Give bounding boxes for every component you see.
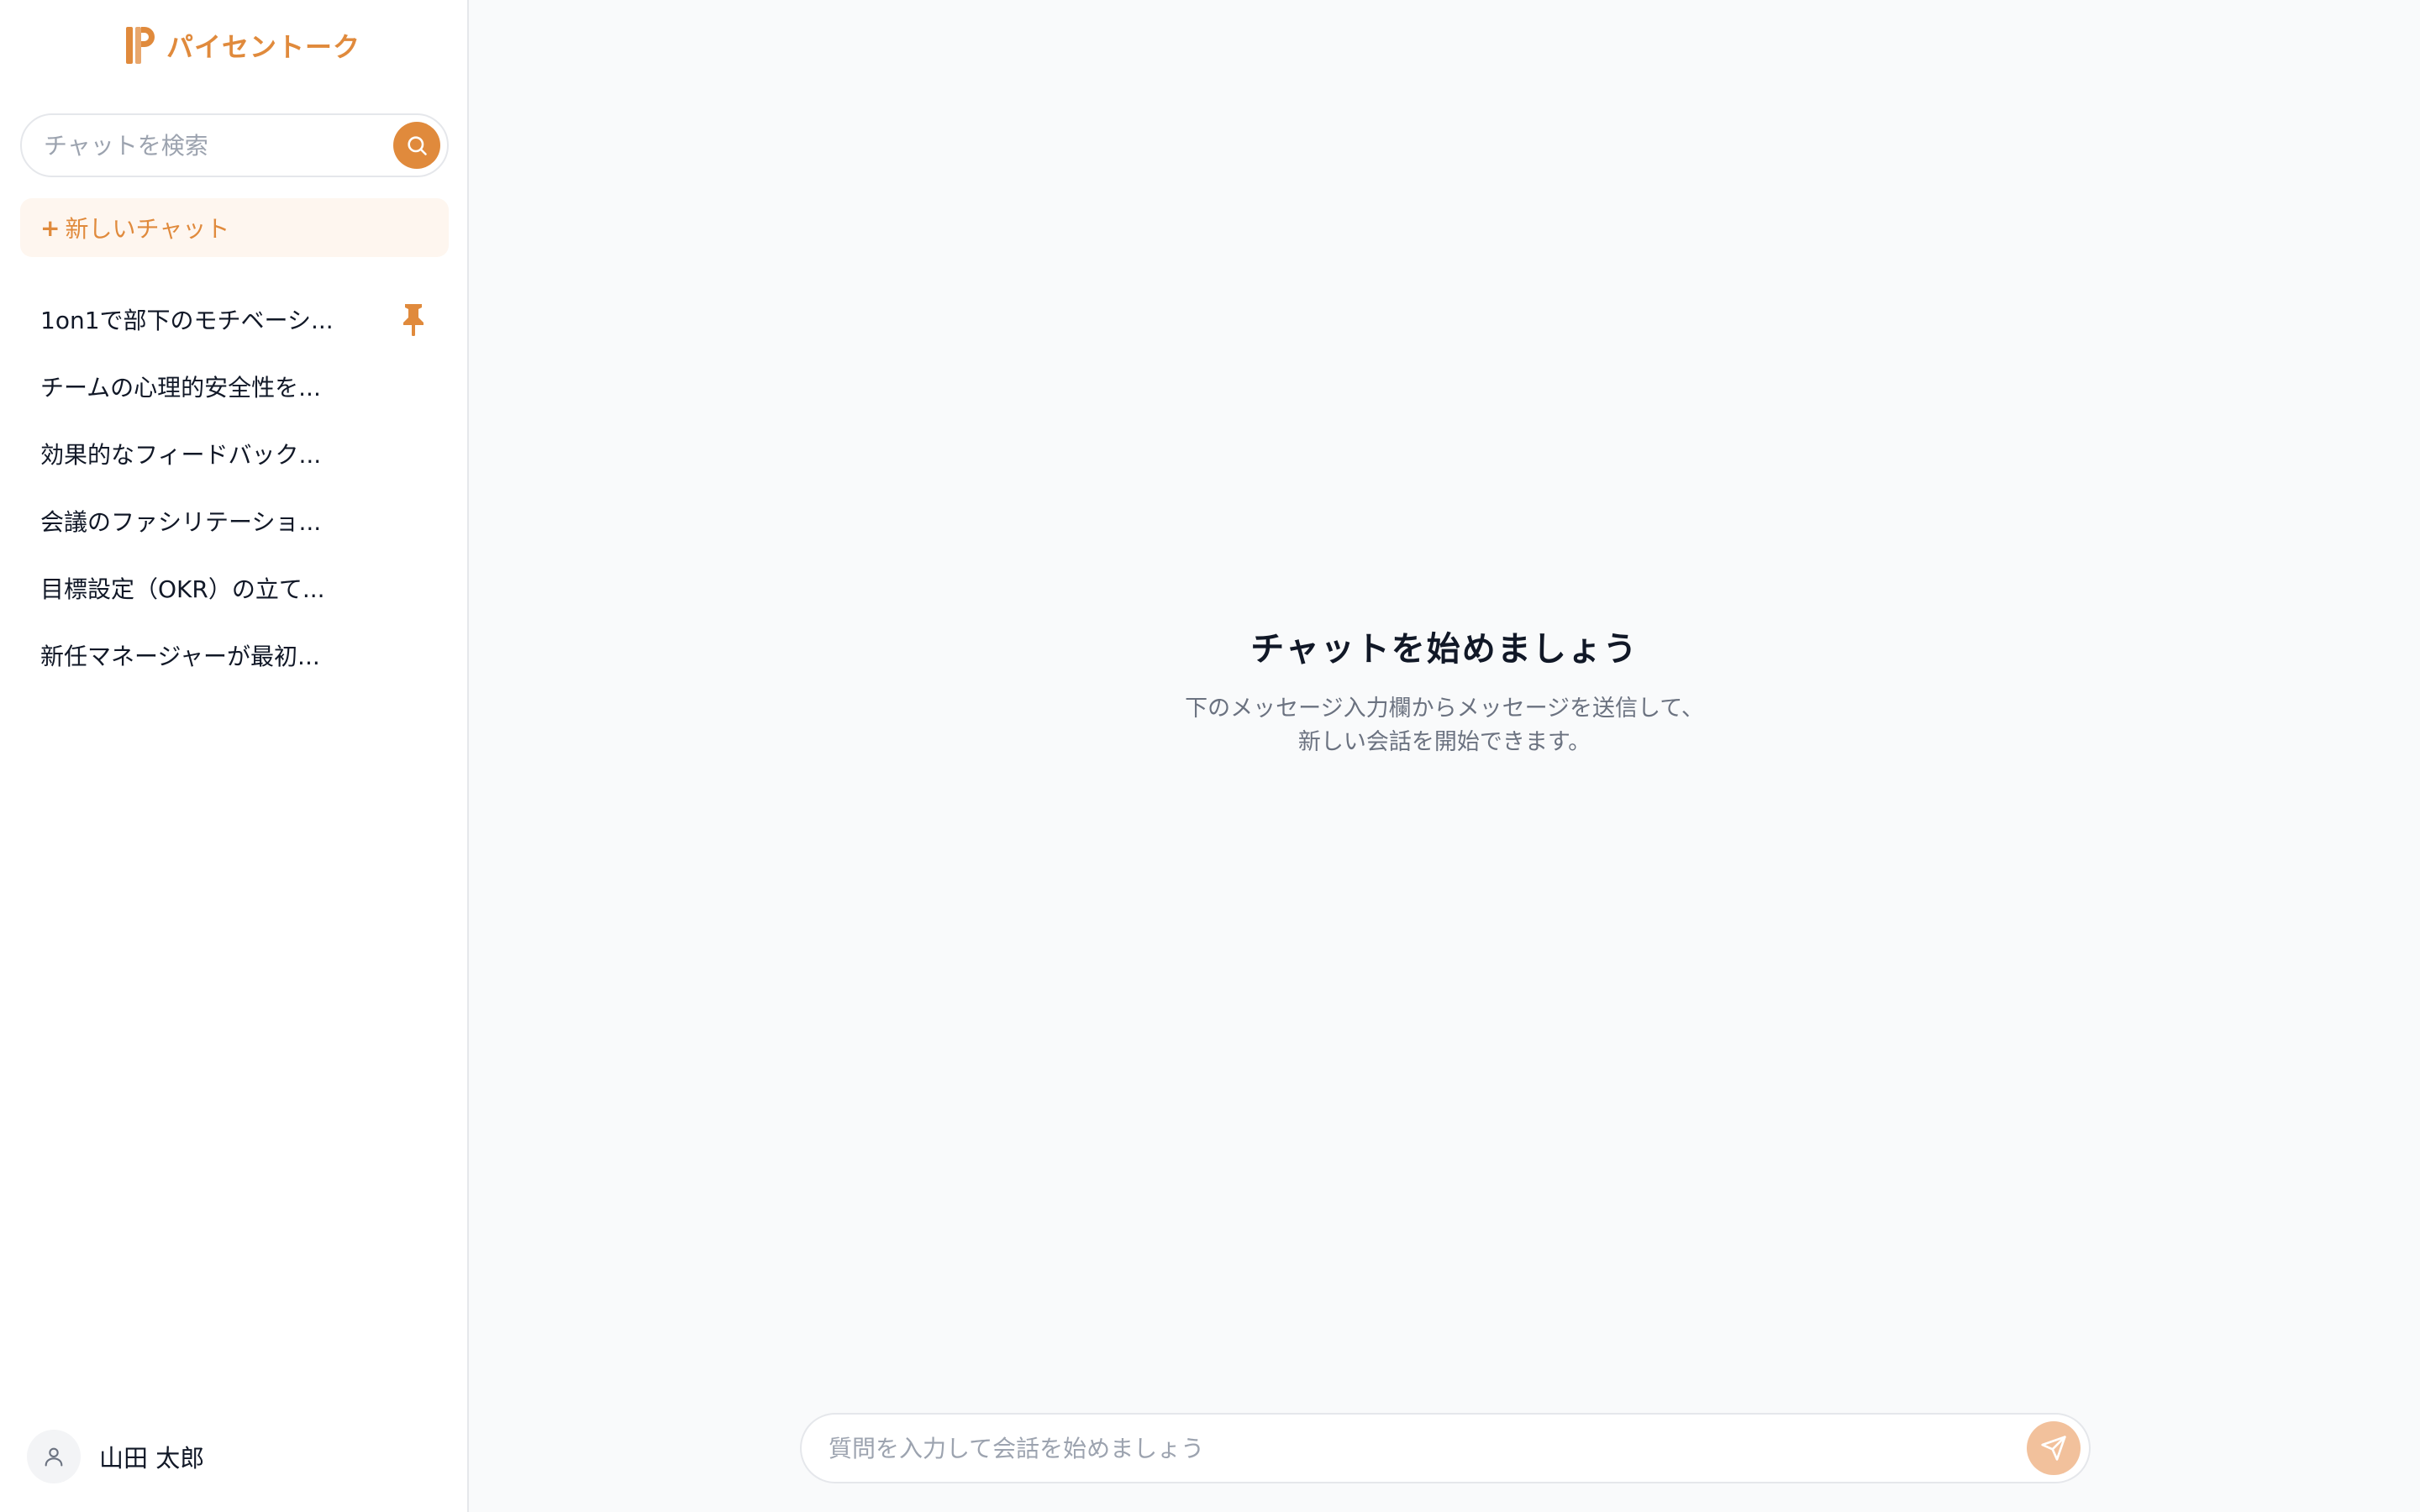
chat-item-label: 目標設定（OKR）の立て...: [40, 575, 325, 603]
chat-search: [20, 113, 449, 177]
new-chat-button[interactable]: + 新しいチャット: [20, 198, 449, 257]
message-input[interactable]: [802, 1415, 2027, 1482]
empty-state-description: 下のメッセージ入力欄からメッセージを送信して、 新しい会話を開始できます。: [469, 692, 2420, 759]
pin-icon[interactable]: [400, 302, 427, 336]
sidebar: パイセントーク + 新しいチャット 1on1で部下のモチベーシ... チームの: [0, 0, 469, 1512]
send-icon: [2041, 1436, 2066, 1461]
user-name: 山田 太郎: [99, 1444, 205, 1473]
chat-history-item[interactable]: 会議のファシリテーショ...: [20, 487, 449, 554]
empty-state: チャットを始めましょう 下のメッセージ入力欄からメッセージを送信して、 新しい会…: [469, 622, 2420, 759]
chat-history-list: 1on1で部下のモチベーシ... チームの心理的安全性を... 効果的なフィード…: [20, 286, 449, 689]
chat-item-label: 効果的なフィードバック...: [40, 441, 322, 469]
search-input[interactable]: [22, 115, 393, 176]
brand-name: パイセントーク: [166, 31, 361, 63]
chat-history-item[interactable]: 目標設定（OKR）の立て...: [20, 554, 449, 622]
new-chat-label: 新しいチャット: [65, 215, 230, 243]
empty-state-desc-line: 新しい会話を開始できます。: [1297, 729, 1591, 755]
chat-item-label: 会議のファシリテーショ...: [40, 508, 322, 536]
p-logo-icon: [126, 27, 155, 64]
chat-item-label: 新任マネージャーが最初...: [40, 643, 320, 670]
message-composer: [800, 1413, 2091, 1483]
chat-history-item[interactable]: 1on1で部下のモチベーシ...: [20, 286, 449, 353]
user-profile[interactable]: 山田 太郎: [27, 1430, 204, 1483]
empty-state-desc-line: 下のメッセージ入力欄からメッセージを送信して、: [1185, 696, 1704, 722]
search-icon: [408, 136, 427, 155]
chat-main: チャットを始めましょう 下のメッセージ入力欄からメッセージを送信して、 新しい会…: [469, 0, 2420, 1512]
app-root: パイセントーク + 新しいチャット 1on1で部下のモチベーシ... チームの: [0, 0, 2420, 1512]
chat-history-item[interactable]: 新任マネージャーが最初...: [20, 622, 449, 689]
send-button[interactable]: [2027, 1421, 2081, 1475]
empty-state-title: チャットを始めましょう: [1250, 630, 1639, 669]
chat-history-item[interactable]: チームの心理的安全性を...: [20, 353, 449, 420]
chat-item-label: 1on1で部下のモチベーシ...: [40, 307, 334, 334]
chat-history-item[interactable]: 効果的なフィードバック...: [20, 420, 449, 487]
avatar: [27, 1430, 81, 1483]
chat-item-label: チームの心理的安全性を...: [40, 374, 321, 402]
search-button[interactable]: [393, 122, 440, 169]
plus-icon: +: [40, 213, 60, 242]
brand-logo[interactable]: パイセントーク: [124, 25, 360, 66]
user-icon: [45, 1447, 63, 1467]
